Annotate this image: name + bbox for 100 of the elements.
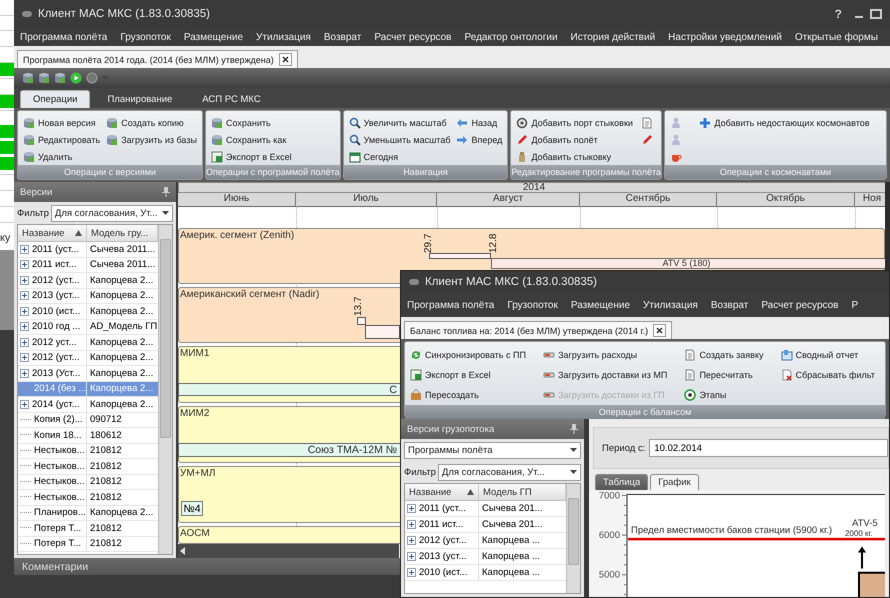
tree-row[interactable]: 2011 ист... [405,517,479,532]
view-tab[interactable]: Таблица [595,474,648,490]
ribbon-tab[interactable]: АСП РС МКС [189,90,274,108]
ribbon-button[interactable]: Синхронизировать с ПП [410,345,532,365]
ribbon-tab[interactable]: Планирование [94,90,186,108]
ribbon-button[interactable]: Редактировать [23,131,100,148]
menu-item[interactable]: Возврат [710,300,748,310]
ribbon-button[interactable]: Сегодня [348,148,450,165]
ribbon-button[interactable]: Загрузить доставки из МП [543,365,672,385]
document-tab[interactable]: Баланс топлива на: 2014 (без МЛМ) утверждена (2014 г.) [404,321,672,339]
ribbon-button[interactable]: Добавить полёт [516,131,636,148]
ribbon-button[interactable]: Новая версия [23,114,100,131]
menu-item[interactable]: Программа полёта [407,300,494,310]
tree-row[interactable]: Планиров... [18,506,87,520]
menu-item[interactable]: Грузопоток [120,32,171,42]
ribbon-button[interactable]: Сводный отчет [780,349,880,361]
expand-icon[interactable] [20,338,29,347]
ribbon-button[interactable]: Пересчитать [684,365,769,385]
timeline-slot[interactable] [429,253,491,259]
expand-icon[interactable] [20,291,29,300]
tree-row[interactable]: 2013 (уст... [18,288,87,303]
menu-item[interactable]: Размещение [570,300,630,310]
ribbon-button[interactable]: Загрузить из базы [106,131,197,148]
menu-item[interactable]: Возврат [324,32,362,42]
menu-item[interactable]: Настройки уведомлений [668,32,782,42]
ribbon-button[interactable]: Добавить недостающих космонавтов [699,114,881,131]
scrollbar[interactable] [566,484,580,593]
tree-row[interactable]: Потеря Т... [18,536,87,551]
tree-row[interactable]: 2012 уст... [18,335,87,350]
tree-row[interactable]: 2010 (ист... [405,565,479,580]
expand-icon[interactable] [407,552,416,561]
ribbon-button[interactable]: Сохранить [211,114,335,131]
flight-bar[interactable]: С [178,383,402,396]
expand-icon[interactable] [20,244,29,254]
maximize-icon[interactable] [870,9,882,19]
menu-item[interactable]: Редактор онтологии [464,32,558,42]
tree-row[interactable]: 2012 (уст... [18,273,87,288]
expand-icon[interactable] [407,520,416,529]
tree-row[interactable]: Потеря Т... [18,521,87,536]
menu-item[interactable]: Расчет ресурсов [374,32,452,42]
tree-row[interactable]: 2010 год ... [18,320,87,334]
expand-icon[interactable] [20,260,29,270]
tree-row[interactable]: Нестыков... [18,459,87,474]
expand-icon[interactable] [20,368,29,378]
ribbon-button[interactable]: Добавить порт стыковки [516,114,636,131]
ribbon-button[interactable]: Экспорт в Excel [211,148,335,165]
tree-row[interactable]: Нестыков... [18,444,87,458]
expand-icon[interactable] [20,400,29,409]
flight-bar[interactable]: ATV 5 (180) [491,258,886,269]
menu-item[interactable]: Утилизация [256,32,311,42]
filter-dropdown[interactable]: Для согласования, Ут... [438,464,581,480]
ribbon-button[interactable]: Добавить стыковку [516,148,636,165]
tree-row[interactable]: 2011 (уст... [18,242,87,256]
tree-row[interactable]: 2014 (уст... [18,397,87,412]
tree-row[interactable]: Нестыков... [18,490,87,504]
close-icon[interactable] [278,53,292,66]
flight-bar[interactable]: Союз ТМА-12М № [178,443,402,457]
tree-row[interactable]: 2012 (уст... [405,533,479,548]
scrollbar[interactable] [158,225,172,554]
timeline-slot[interactable] [365,325,400,339]
menu-item[interactable]: Открытые формы [794,32,878,42]
menu-item[interactable]: Программа полёта [20,32,108,42]
ribbon-button[interactable]: Пересоздать [410,385,532,405]
ribbon-button[interactable]: Экспорт в Excel [410,365,532,385]
expand-icon[interactable] [20,322,29,332]
close-icon[interactable] [653,324,666,337]
help-button[interactable]: ? [828,7,848,21]
ribbon-button[interactable]: Сохранить как [211,131,335,148]
ribbon-button[interactable]: Назад [456,114,502,131]
ribbon-button[interactable]: Создать заявку [684,345,769,365]
tree-row[interactable]: Нестыков... [18,474,87,489]
ribbon-button[interactable]: Этапы [684,385,769,405]
date-field[interactable]: 10.02.2014 [649,439,888,457]
document-tab[interactable]: Программа полёта 2014 года. (2014 (без МЛМ) утверждена) [17,50,298,68]
column-header[interactable]: Название [405,484,479,500]
tree-row[interactable]: 2011 (уст... [405,501,479,516]
menu-item[interactable]: Размещение [184,32,244,42]
tree-row[interactable]: 2013 (Уст... [18,366,87,380]
tree-row[interactable]: 2012 (уст... [18,350,87,365]
expand-icon[interactable] [20,306,29,316]
horizontal-scrollbar[interactable] [178,544,399,558]
expand-icon[interactable] [407,504,416,513]
source-dropdown[interactable]: Программы полёта [404,442,581,458]
column-header[interactable]: Название [18,225,87,241]
tree-row[interactable]: 2013 (уст... [405,549,479,564]
ribbon-button[interactable]: Вперед [456,131,502,148]
menu-item[interactable]: История действий [570,32,656,42]
ribbon-button[interactable]: Создать копию [106,114,197,131]
pin-icon[interactable] [570,424,578,434]
ribbon-tab[interactable]: Операции [20,90,90,108]
ribbon-button[interactable]: Уменьшить масштаб [348,131,450,148]
ribbon-button[interactable]: Увеличить масштаб [348,114,450,131]
menu-item[interactable]: Расчет ресурсов [761,300,838,310]
timeline-slot[interactable] [357,317,366,325]
tree-row[interactable]: 2010 (ист... [18,304,87,318]
filter-dropdown[interactable]: Для согласования, Ут... [50,204,173,222]
pin-icon[interactable] [162,187,170,197]
expand-icon[interactable] [20,276,29,285]
tree-row[interactable]: Копия 18... [18,428,87,442]
scroll-left-icon[interactable] [178,546,188,556]
